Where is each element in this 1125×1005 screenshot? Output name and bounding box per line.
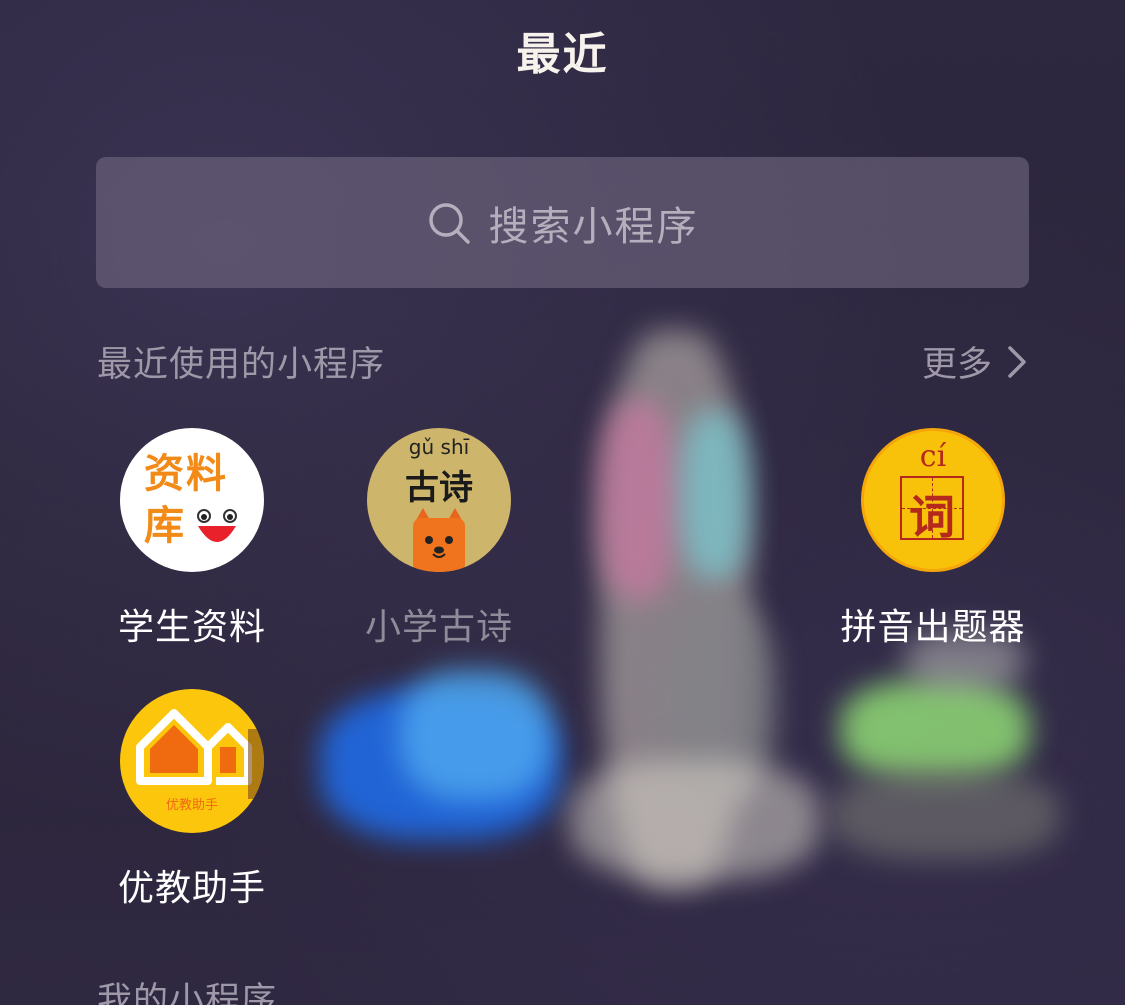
mine-section-title: 我的小程序: [97, 981, 278, 1005]
search-icon: [428, 202, 470, 244]
icon-label: 词: [909, 490, 955, 544]
redacted-area: [598, 400, 678, 600]
icon-label: 优教助手: [165, 798, 218, 813]
redacted-area: [400, 670, 550, 800]
redacted-area: [840, 680, 1030, 780]
student-materials-icon: 资料 库: [120, 428, 264, 572]
search-input-placeholder[interactable]: 搜索小程序: [489, 194, 699, 252]
chevron-right-icon: [1008, 345, 1026, 378]
redacted-area: [830, 770, 1060, 860]
app-name: 优教助手: [117, 868, 266, 909]
app-name: 拼音出题器: [840, 607, 1026, 648]
mini-program-student-materials[interactable]: 资料 库 学生资料: [72, 428, 312, 650]
mini-program-primary-poems[interactable]: gǔ shī 古诗 小学古诗: [319, 428, 559, 650]
icon-label: 库: [144, 503, 184, 549]
app-name: 学生资料: [117, 607, 266, 648]
redacted-area: [570, 760, 820, 880]
search-bar[interactable]: 搜索小程序: [96, 157, 1029, 288]
mini-program-pinyin-quiz[interactable]: cí 词 拼音出题器: [813, 428, 1053, 650]
redacted-area: [680, 410, 750, 580]
smile-face-icon: [197, 509, 237, 542]
page-title: 最近: [516, 29, 609, 80]
recent-section-title: 最近使用的小程序: [97, 345, 386, 385]
teaching-assistant-icon: 优教助手: [120, 689, 264, 833]
app-name: 小学古诗: [364, 607, 513, 648]
mini-program-teaching-assistant[interactable]: 优教助手 优教助手: [72, 689, 312, 911]
icon-pinyin: gǔ shī: [408, 435, 470, 459]
more-button[interactable]: 更多: [922, 336, 1028, 387]
primary-poems-icon: gǔ shī 古诗: [367, 428, 511, 572]
fox-mascot-icon: [413, 508, 465, 572]
icon-pinyin: cí: [919, 439, 947, 474]
pinyin-quiz-icon: cí 词: [861, 428, 1005, 572]
icon-label: 古诗: [405, 468, 473, 508]
icon-label: 资料: [144, 451, 228, 497]
more-label: 更多: [921, 345, 992, 385]
